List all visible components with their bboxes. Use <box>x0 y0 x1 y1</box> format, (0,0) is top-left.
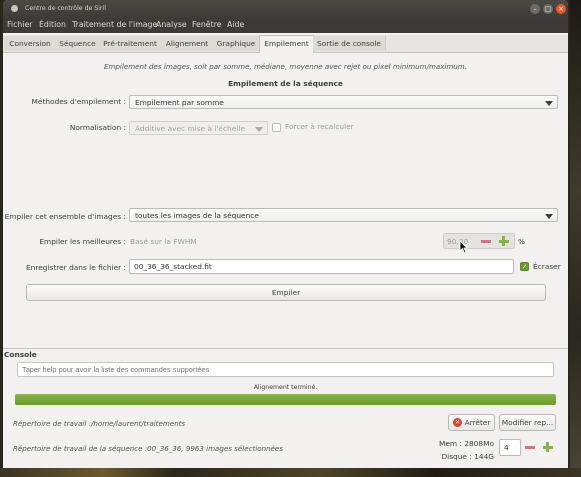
app-menu-icon[interactable] <box>11 5 18 12</box>
stack-button[interactable]: Empiler <box>26 284 546 301</box>
percent-unit: % <box>518 237 526 246</box>
tab-empilement[interactable]: Empilement <box>259 35 314 53</box>
stack-set-select[interactable]: toutes les images de la séquence <box>129 208 558 222</box>
menu-analyse[interactable]: Analyse <box>156 20 187 29</box>
mem-usage: Mem : 2808Mo <box>438 439 494 448</box>
progress-bar <box>15 394 556 405</box>
disk-usage: Disque : 144G <box>441 452 494 461</box>
method-select-value: Empilement par somme <box>135 98 224 107</box>
menu-edition[interactable]: Édition <box>39 20 66 29</box>
normalisation-select-value: Additive avec mise à l'échelle <box>135 124 245 133</box>
tab-sortie-console[interactable]: Sortie de console <box>313 36 386 51</box>
tab-graphique[interactable]: Graphique <box>213 36 260 51</box>
tab-conversion[interactable]: Conversion <box>4 36 57 51</box>
chevron-down-icon <box>545 214 553 219</box>
title-bar[interactable]: Centre de contrôle de Siril – □ × <box>3 0 568 19</box>
close-button[interactable]: × <box>556 4 566 14</box>
tab-pretraitement[interactable]: Pré-traitement <box>99 36 162 51</box>
modify-dir-button[interactable]: Modifier rep... <box>499 414 556 431</box>
progress-text: Alignement terminé. <box>253 384 318 391</box>
chevron-down-icon <box>545 101 553 106</box>
best-percent-spin: 90,00 <box>443 233 515 249</box>
overwrite-checkbox[interactable]: ✓ <box>520 262 529 271</box>
desktop-background-bottom <box>0 468 581 477</box>
force-recalc-checkbox[interactable] <box>272 123 281 132</box>
stop-button-label: Arrêter <box>464 418 491 427</box>
method-select[interactable]: Empilement par somme <box>129 95 558 109</box>
plus-icon-vertical <box>502 236 505 246</box>
desktop-background-right <box>570 0 581 477</box>
menu-aide[interactable]: Aide <box>227 20 244 29</box>
console-separator <box>3 348 568 349</box>
best-hint: Basé sur la FWHM <box>130 237 197 246</box>
menu-fichier[interactable]: Fichier <box>7 20 32 29</box>
minus-icon <box>481 240 491 243</box>
stack-set-label: Empiler cet ensemble d'images : <box>4 212 126 221</box>
save-label: Enregistrer dans le fichier : <box>25 263 126 272</box>
stacking-description: Empilement des images, soit par somme, m… <box>104 62 467 71</box>
sequence-dir: Répertoire de travail de la séquence :00… <box>13 444 283 453</box>
normalisation-select: Additive avec mise à l'échelle <box>129 121 268 135</box>
tab-sequence[interactable]: Séquence <box>56 36 100 51</box>
mouse-cursor-icon <box>459 240 468 254</box>
tab-alignement[interactable]: Alignement <box>161 36 214 51</box>
method-label: Méthodes d'empilement : <box>31 97 126 106</box>
siril-window: Centre de contrôle de Siril – □ × Fichie… <box>3 0 568 468</box>
menu-fenetre[interactable]: Fenêtre <box>192 20 221 29</box>
plus-icon-vertical <box>546 442 549 452</box>
menu-bar: Fichier Édition Traitement de l'image An… <box>3 19 568 33</box>
save-filename-input[interactable]: 00_36_36_stacked.fit <box>129 259 514 274</box>
stop-icon: × <box>453 418 462 427</box>
stack-set-select-value: toutes les images de la séquence <box>135 211 259 220</box>
best-label: Empiler les meilleures : <box>39 237 126 246</box>
tab-bar: Conversion Séquence Pré-traitement Align… <box>3 35 568 53</box>
overwrite-label: Écraser <box>533 262 561 271</box>
stop-button[interactable]: × Arrêter <box>448 414 495 431</box>
normalisation-label: Normalisation : <box>69 123 126 132</box>
window-title: Centre de contrôle de Siril <box>25 5 106 12</box>
minimize-button[interactable]: – <box>530 4 540 14</box>
command-input[interactable] <box>17 362 554 377</box>
section-title: Empilement de la séquence <box>228 79 343 88</box>
force-recalc-label: Forcer à recalculer <box>285 122 354 131</box>
maximize-button[interactable]: □ <box>543 4 553 14</box>
progress-fill <box>15 394 556 405</box>
menu-traitement[interactable]: Traitement de l'image <box>72 20 157 29</box>
console-title: Console <box>4 350 37 359</box>
minus-icon[interactable] <box>525 446 535 449</box>
working-dir: Répertoire de travail :/home/laurent/tra… <box>13 419 186 428</box>
chevron-down-icon <box>255 127 263 132</box>
threads-spin[interactable]: 4 <box>499 439 521 456</box>
